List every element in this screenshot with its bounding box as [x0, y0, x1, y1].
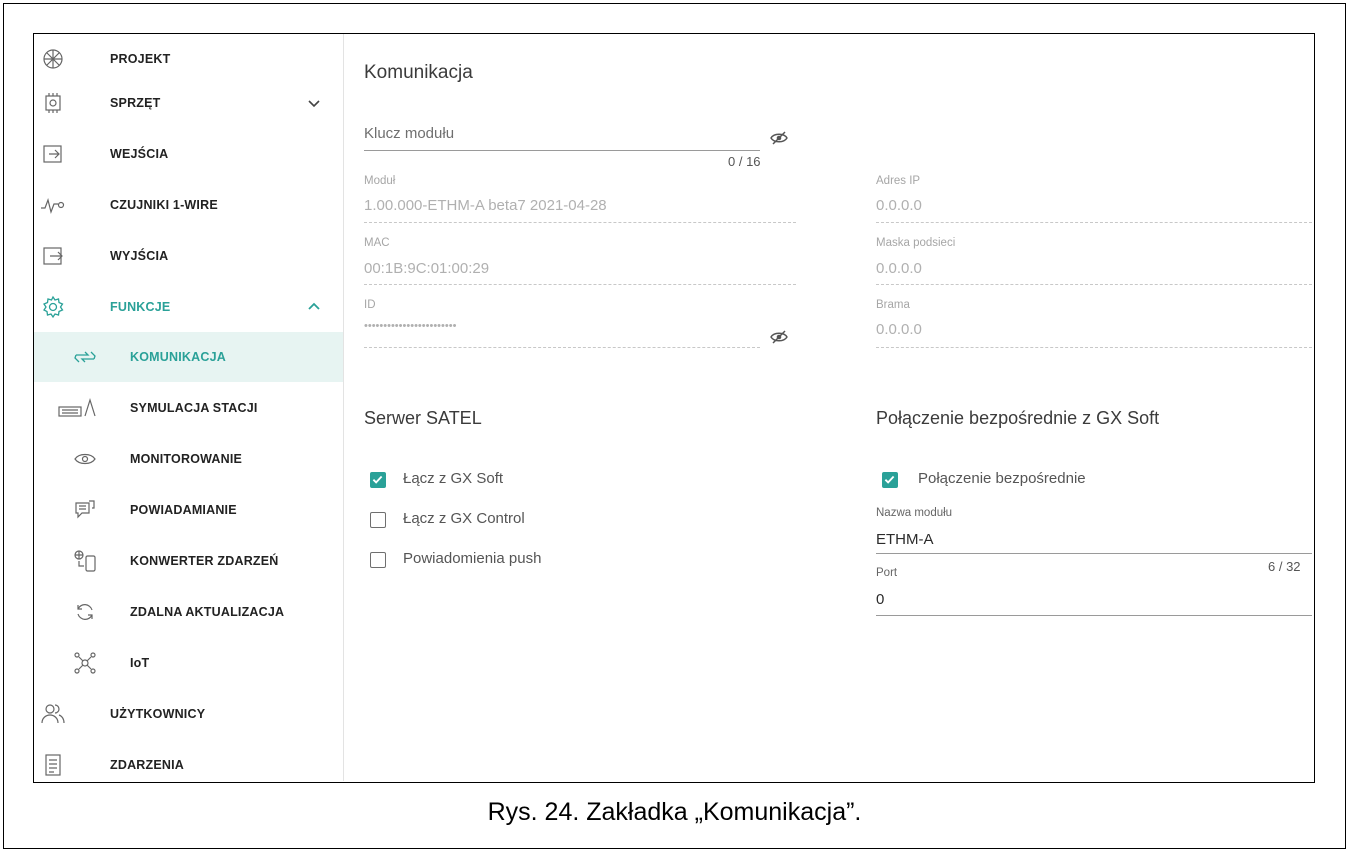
connect-gx-soft-label: Łącz z GX Soft [403, 470, 504, 487]
sidebar-item-label: CZUJNIKI 1-WIRE [110, 198, 218, 212]
chevron-up-icon[interactable] [307, 300, 321, 314]
sidebar-item-label: IoT [130, 656, 150, 670]
connect-gx-control-label: Łącz z GX Control [403, 510, 525, 527]
direct-connection-label: Połączenie bezpośrednie [918, 470, 1086, 487]
subnet-divider [876, 284, 1312, 285]
id-label: ID [364, 299, 376, 311]
mac-value: 00:1B:9C:01:00:29 [364, 260, 490, 277]
port-label: Port [876, 567, 898, 579]
output-arrow-icon [40, 243, 66, 269]
port-input[interactable]: 0 [876, 591, 884, 608]
event-converter-icon [72, 548, 98, 574]
sidebar-item-label: WEJŚCIA [110, 147, 169, 161]
sidebar-item-powiadamianie[interactable]: POWIADAMIANIE [34, 485, 343, 535]
satel-server-title: Serwer SATEL [364, 408, 482, 428]
page-title: Komunikacja [364, 62, 473, 83]
sidebar-item-label: PROJEKT [110, 52, 171, 66]
hardware-chip-icon [40, 90, 66, 116]
module-name-underline [876, 553, 1312, 554]
module-value: 1.00.000-ETHM-A beta7 2021-04-28 [364, 197, 607, 214]
main-content: Komunikacja Klucz modułu 0 / 16 Moduł 1.… [344, 34, 1314, 781]
sidebar-item-label: SPRZĘT [110, 96, 161, 110]
project-icon [40, 46, 66, 72]
visibility-off-icon[interactable] [770, 330, 788, 344]
document-list-icon [40, 752, 66, 778]
sidebar-item-label: FUNKCJE [110, 300, 171, 314]
gateway-label: Brama [876, 299, 910, 311]
chat-bubble-icon [72, 497, 98, 523]
visibility-off-icon[interactable] [770, 131, 788, 145]
connect-gx-control-checkbox[interactable] [370, 512, 386, 528]
figure-caption: Rys. 24. Zakładka „Komunikacja”. [487, 798, 862, 826]
id-value: •••••••••••••••••••••••• [364, 320, 457, 332]
mac-divider [364, 284, 796, 285]
chevron-down-icon[interactable] [307, 96, 321, 110]
station-simulation-icon [57, 395, 99, 421]
iot-network-icon [72, 650, 98, 676]
module-name-input[interactable]: ETHM-A [876, 531, 934, 548]
check-icon [372, 475, 383, 484]
sidebar-item-czujniki[interactable]: CZUJNIKI 1-WIRE [34, 180, 343, 230]
ip-address-value: 0.0.0.0 [876, 197, 922, 214]
sidebar-item-label: SYMULACJA STACJI [130, 401, 258, 415]
communication-arrows-icon [72, 344, 98, 370]
direct-connection-checkbox[interactable] [882, 472, 898, 488]
module-key-counter: 0 / 16 [728, 154, 761, 169]
push-notifications-checkbox[interactable] [370, 552, 386, 568]
input-arrow-icon [40, 141, 66, 167]
ip-address-label: Adres IP [876, 175, 921, 187]
sidebar-item-monitorowanie[interactable]: MONITOROWANIE [34, 434, 343, 484]
ip-divider [876, 222, 1312, 223]
sidebar-item-funkcje[interactable]: FUNKCJE [34, 282, 343, 332]
module-key-input[interactable]: Klucz modułu [364, 125, 454, 142]
sidebar-item-sprzet[interactable]: SPRZĘT [34, 78, 343, 128]
sidebar-item-konwerter-zdarzen[interactable]: KONWERTER ZDARZEŃ [34, 536, 343, 586]
eye-icon [72, 446, 98, 472]
gateway-divider [876, 347, 1312, 348]
push-notifications-label: Powiadomienia push [403, 550, 542, 567]
sidebar-item-label: KOMUNIKACJA [130, 350, 226, 364]
sidebar-item-label: ZDALNA AKTUALIZACJA [130, 605, 285, 619]
sidebar-item-wejscia[interactable]: WEJŚCIA [34, 129, 343, 179]
sidebar-item-iot[interactable]: IoT [34, 638, 343, 688]
module-label: Moduł [364, 175, 396, 187]
sidebar-item-zdarzenia[interactable]: ZDARZENIA [34, 740, 343, 782]
module-name-label: Nazwa modułu [876, 507, 953, 519]
sidebar-item-zdalna-aktualizacja[interactable]: ZDALNA AKTUALIZACJA [34, 587, 343, 637]
sidebar-item-label: UŻYTKOWNICY [110, 707, 206, 721]
sidebar-item-label: ZDARZENIA [110, 758, 185, 772]
sensor-wave-icon [40, 192, 66, 218]
sidebar-item-label: POWIADAMIANIE [130, 503, 237, 517]
sidebar-item-uzytkownicy[interactable]: UŻYTKOWNICY [34, 689, 343, 739]
mac-label: MAC [364, 237, 390, 249]
sidebar-item-symulacja-stacji[interactable]: SYMULACJA STACJI [34, 383, 343, 433]
gateway-value: 0.0.0.0 [876, 321, 922, 338]
sidebar-item-komunikacja[interactable]: KOMUNIKACJA [34, 332, 343, 382]
subnet-mask-value: 0.0.0.0 [876, 260, 922, 277]
module-name-counter: 6 / 32 [1268, 559, 1301, 574]
sidebar-item-label: WYJŚCIA [110, 249, 169, 263]
sidebar-item-projekt[interactable]: PROJEKT [34, 34, 343, 84]
app-window: PROJEKT SPRZĘT WEJŚCIA CZUJNIKI 1-WIRE W… [33, 33, 1315, 783]
module-divider [364, 222, 796, 223]
id-divider [364, 347, 760, 348]
refresh-icon [72, 599, 98, 625]
gear-icon [40, 294, 66, 320]
sidebar-item-label: MONITOROWANIE [130, 452, 243, 466]
port-underline [876, 615, 1312, 616]
check-icon [884, 475, 895, 484]
sidebar-item-label: KONWERTER ZDARZEŃ [130, 554, 279, 568]
sidebar-item-wyjscia[interactable]: WYJŚCIA [34, 231, 343, 281]
subnet-mask-label: Maska podsieci [876, 237, 956, 249]
users-icon [40, 701, 66, 727]
connect-gx-soft-checkbox[interactable] [370, 472, 386, 488]
module-key-underline [364, 150, 760, 151]
sidebar: PROJEKT SPRZĘT WEJŚCIA CZUJNIKI 1-WIRE W… [34, 34, 344, 781]
direct-connection-title: Połączenie bezpośrednie z GX Soft [876, 408, 1160, 428]
